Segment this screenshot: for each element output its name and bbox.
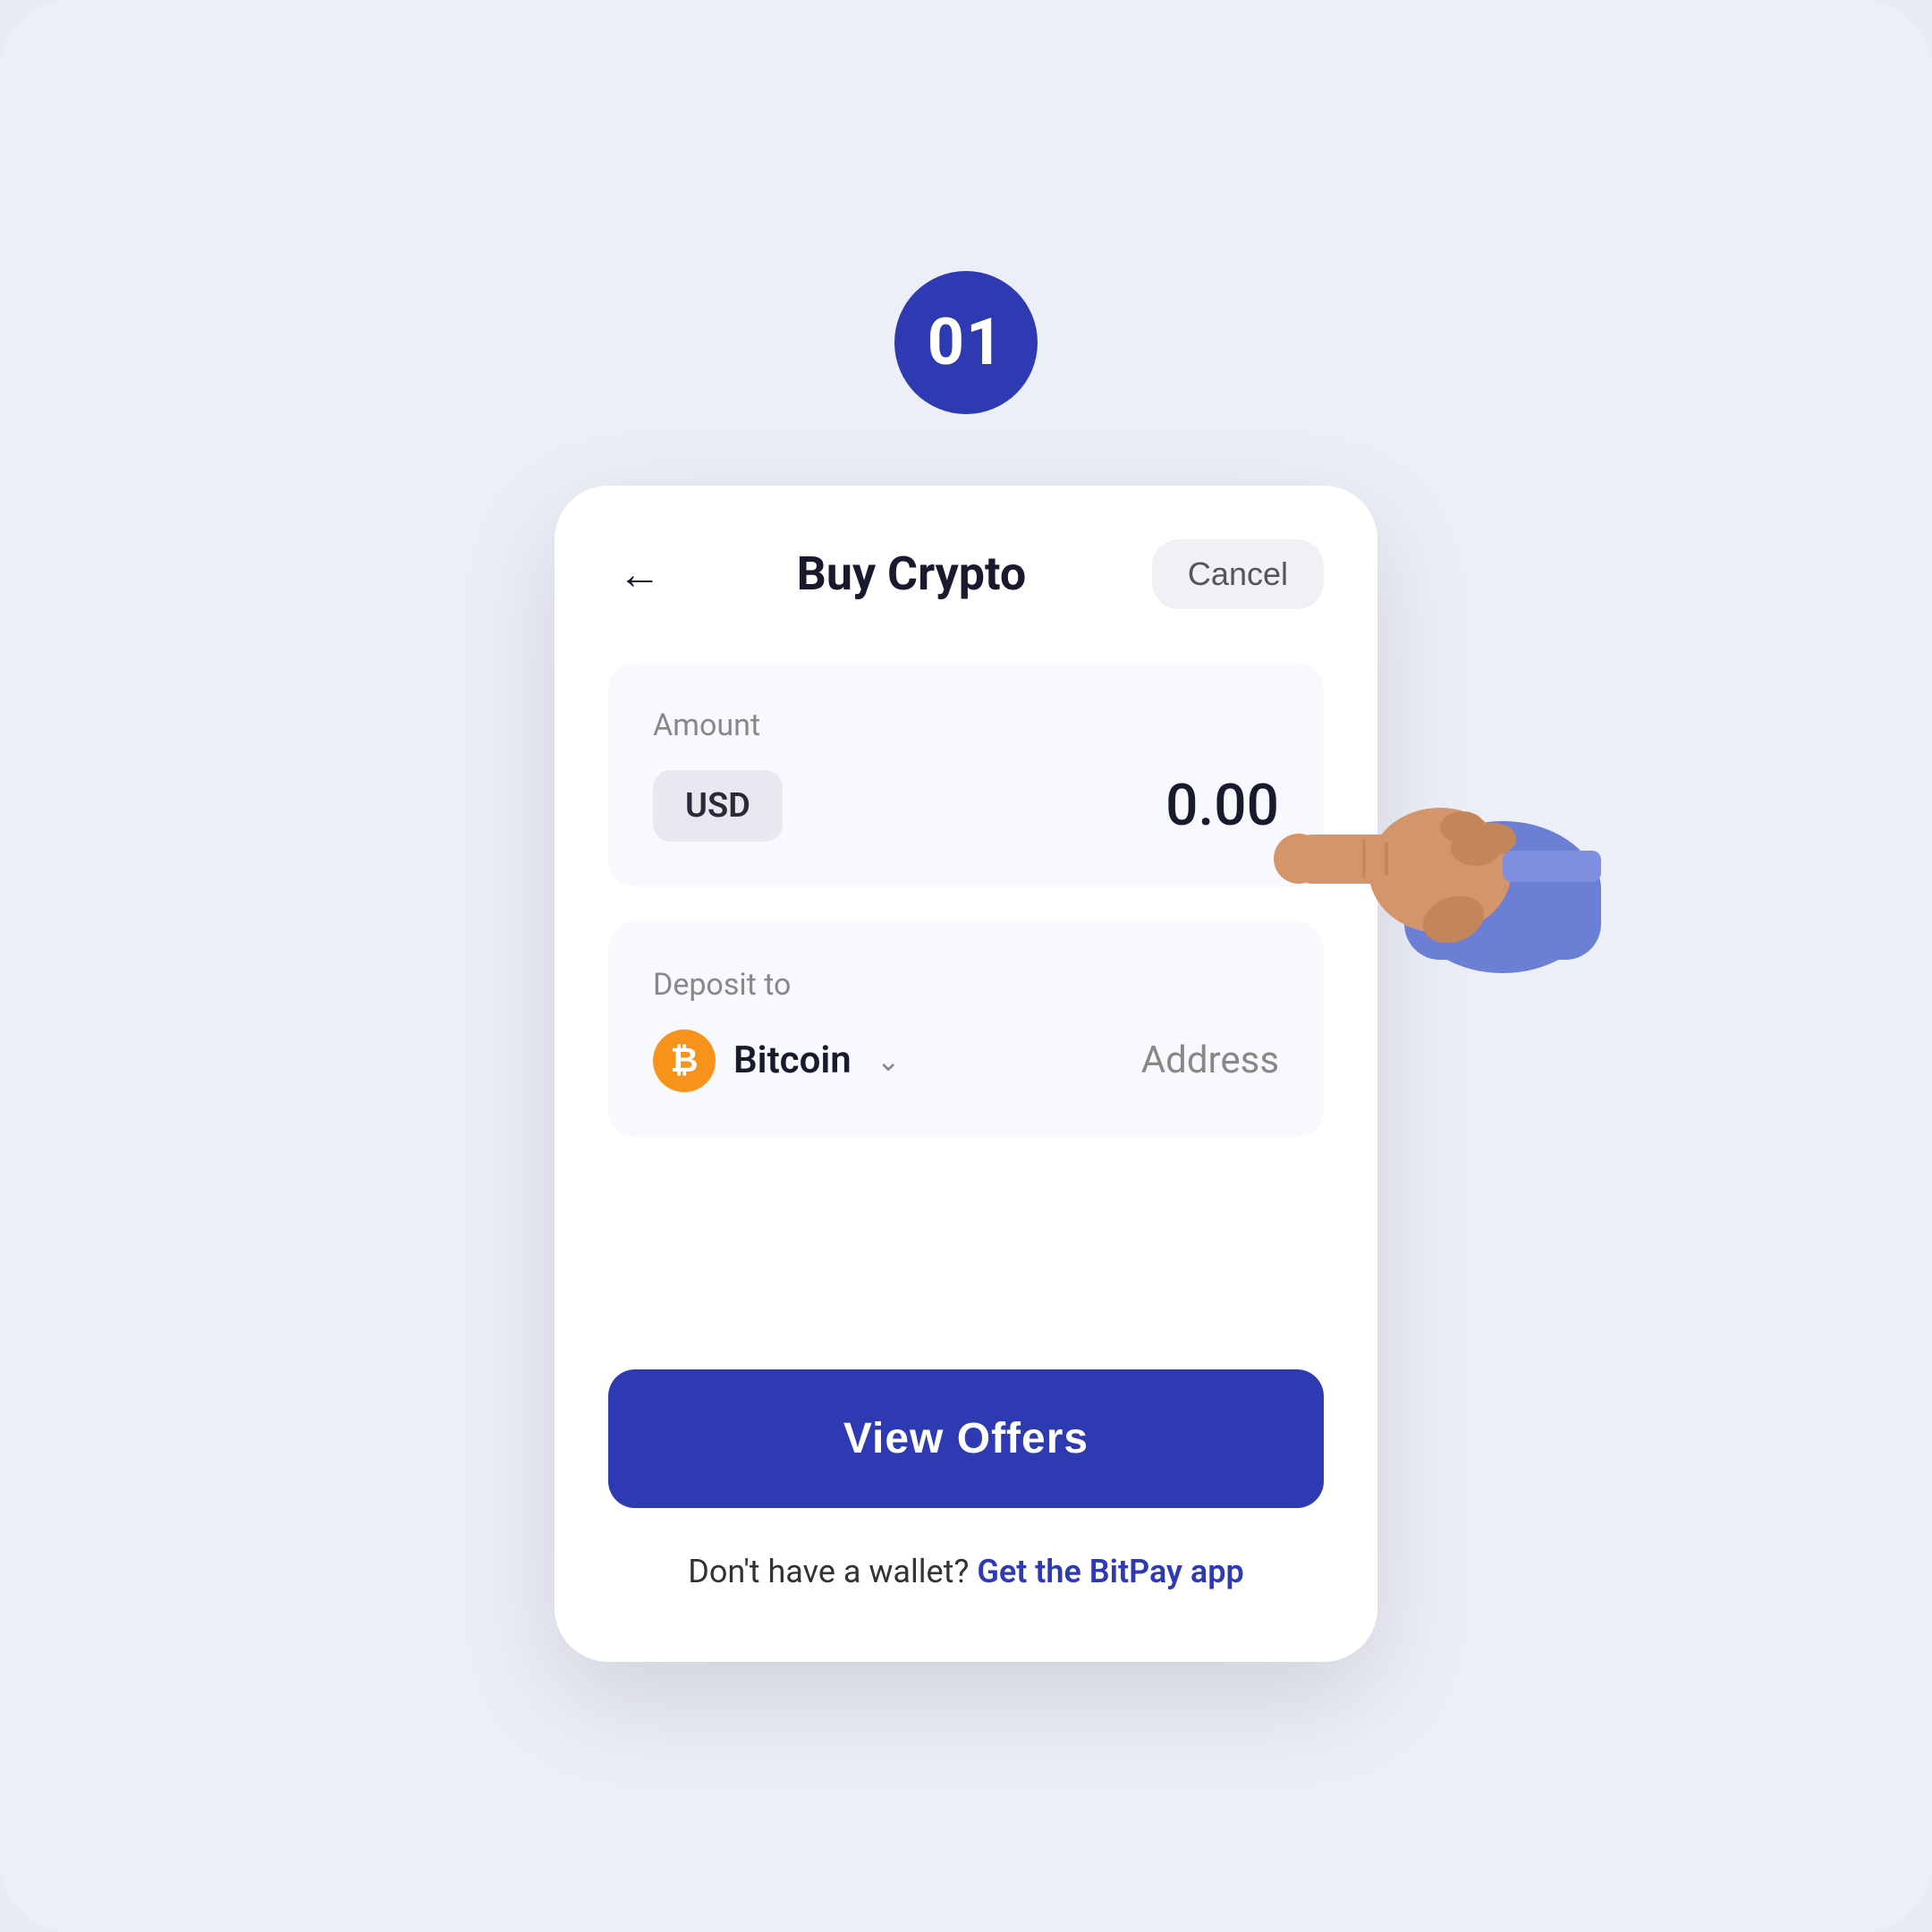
content-spacer xyxy=(608,1191,1324,1369)
deposit-section: Deposit to ₿ Bitcoin ⌄ Address xyxy=(608,922,1324,1137)
amount-row: USD 0.00 xyxy=(653,770,1279,842)
cancel-button[interactable]: Cancel xyxy=(1152,539,1324,609)
bottom-text: Don't have a wallet? Get the BitPay app xyxy=(608,1553,1324,1590)
amount-label: Amount xyxy=(653,708,1279,743)
page-wrapper: 01 ← Buy Crypto Cancel Amount USD 0.00 xyxy=(0,0,1932,1932)
amount-value[interactable]: 0.00 xyxy=(1165,772,1279,839)
screen-title: Buy Crypto xyxy=(797,547,1027,601)
currency-badge[interactable]: USD xyxy=(653,770,783,842)
back-button[interactable]: ← xyxy=(608,543,671,606)
phone-header: ← Buy Crypto Cancel xyxy=(608,539,1324,609)
chevron-down-icon: ⌄ xyxy=(877,1044,901,1078)
bottom-static-text: Don't have a wallet? xyxy=(688,1553,969,1590)
amount-section: Amount USD 0.00 xyxy=(608,663,1324,886)
phone-container: ← Buy Crypto Cancel Amount USD 0.00 Depo… xyxy=(555,486,1377,1662)
bitcoin-label: Bitcoin xyxy=(733,1038,852,1082)
step-badge: 01 xyxy=(894,271,1038,414)
deposit-row: ₿ Bitcoin ⌄ Address xyxy=(653,1030,1279,1092)
view-offers-button[interactable]: View Offers xyxy=(608,1369,1324,1508)
bitcoin-icon: ₿ xyxy=(653,1030,716,1092)
address-label[interactable]: Address xyxy=(1141,1038,1279,1082)
bitpay-app-link[interactable]: Get the BitPay app xyxy=(977,1553,1243,1590)
deposit-label: Deposit to xyxy=(653,967,1279,1003)
back-arrow-icon: ← xyxy=(618,553,661,596)
phone-card: ← Buy Crypto Cancel Amount USD 0.00 Depo… xyxy=(555,486,1377,1662)
step-number: 01 xyxy=(928,304,1005,380)
bitcoin-selector[interactable]: ₿ Bitcoin ⌄ xyxy=(653,1030,901,1092)
